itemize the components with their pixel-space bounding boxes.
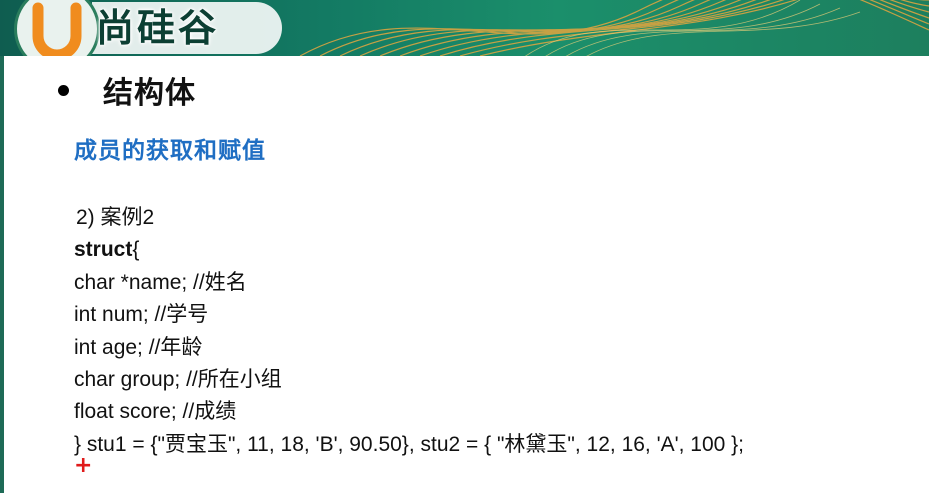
section-subtitle: 成员的获取和赋值 bbox=[74, 138, 266, 164]
code-block: 2) 案例2 struct{ char *name; //姓名 int num;… bbox=[74, 202, 744, 461]
logo-u-icon bbox=[32, 2, 82, 56]
left-edge-strip bbox=[0, 56, 4, 493]
bullet-heading: 结构体 bbox=[58, 68, 196, 112]
code-line-case: 2) 案例2 bbox=[76, 206, 155, 229]
code-line: int num; //学号 bbox=[74, 303, 209, 327]
bullet-dot-icon bbox=[58, 84, 69, 96]
code-line: char *name; //姓名 bbox=[74, 270, 247, 294]
code-line-initializer: } stu1 = {"贾宝玉", 11, 18, 'B', 90.50}, st… bbox=[74, 432, 745, 456]
code-line: float score; //成绩 bbox=[74, 400, 237, 424]
cursor-plus-icon: + bbox=[74, 453, 93, 478]
struct-keyword: struct bbox=[74, 238, 133, 262]
code-line-struct: struct{ bbox=[74, 234, 744, 266]
code-line: int age; //年龄 bbox=[74, 335, 203, 359]
struct-brace: { bbox=[132, 238, 140, 262]
bullet-title: 结构体 bbox=[103, 76, 196, 111]
header-band: 尚硅谷 bbox=[0, 0, 929, 56]
code-line: char group; //所在小组 bbox=[74, 367, 282, 391]
logo: 尚硅谷 bbox=[0, 0, 300, 56]
slide: 尚硅谷 结构体 成员的获取和赋值 2) 案例2 struct{ char *na… bbox=[0, 0, 929, 493]
logo-text: 尚硅谷 bbox=[96, 6, 220, 50]
